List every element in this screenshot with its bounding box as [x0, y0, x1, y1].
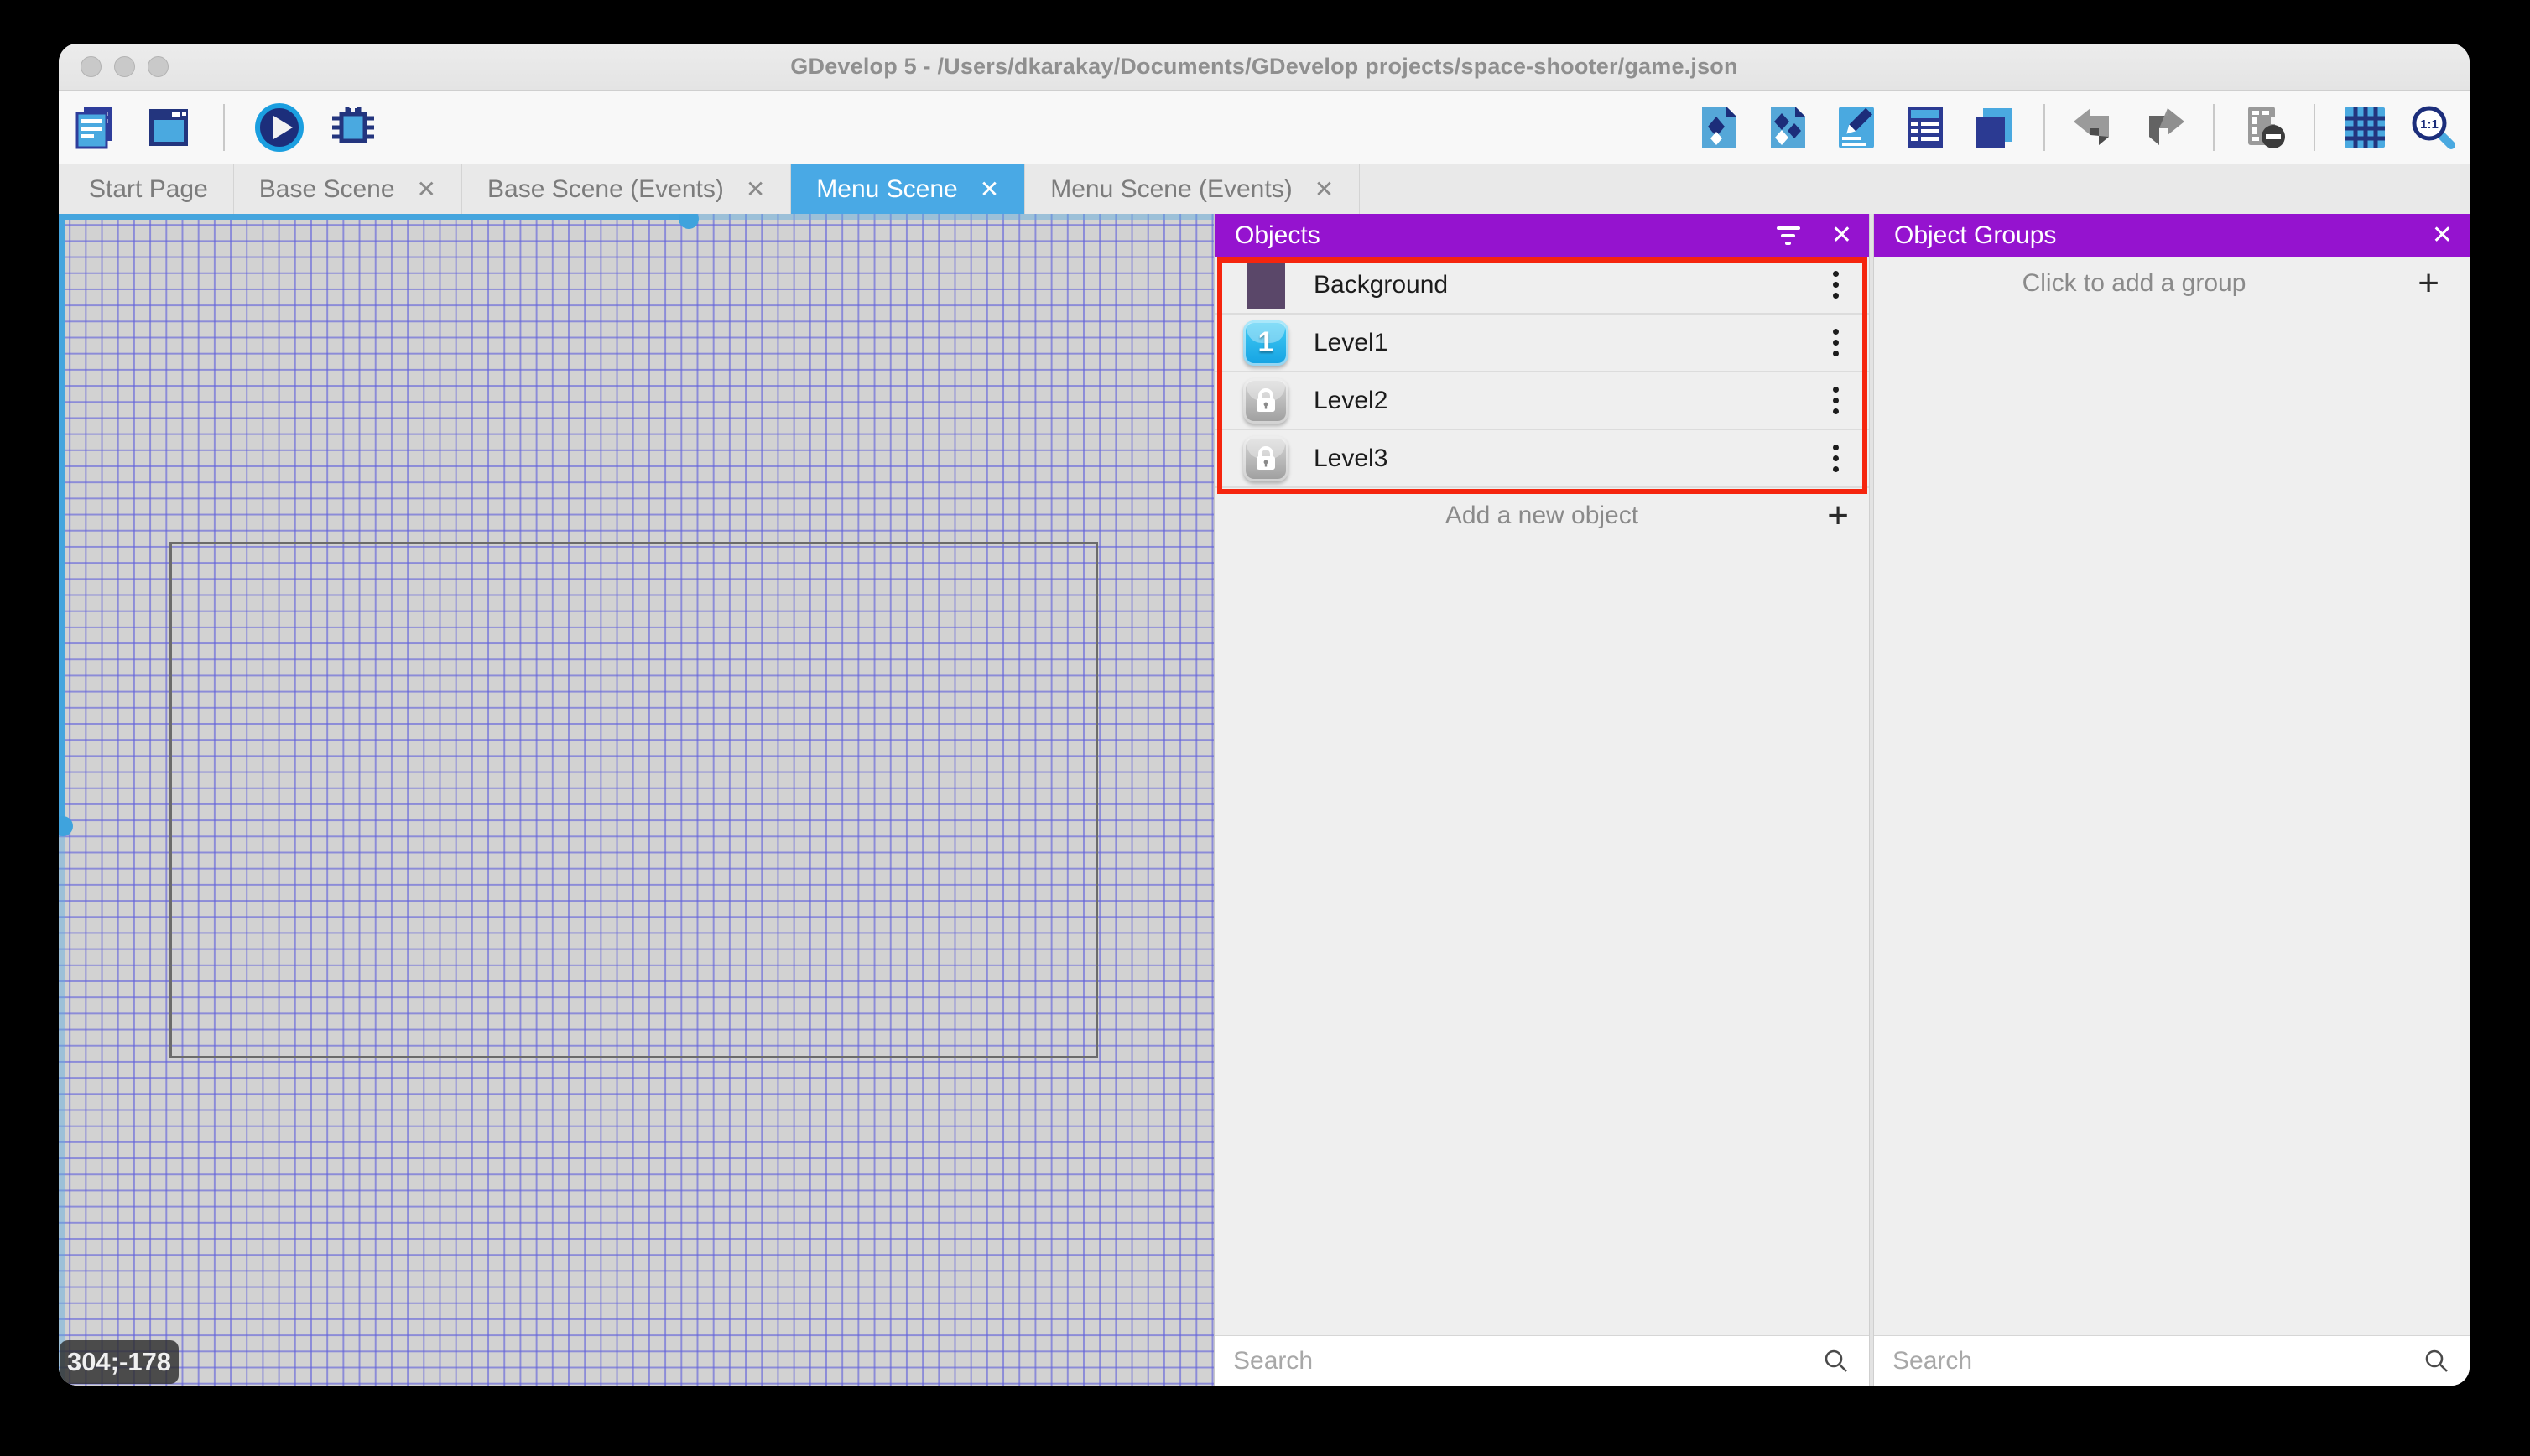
selection-handle[interactable] — [59, 816, 73, 836]
plus-icon: + — [1827, 495, 1849, 536]
objects-list: Background 1 Level1 Level2 Level3 — [1215, 257, 1869, 494]
layers-icon[interactable] — [1970, 103, 2018, 152]
traffic-lights — [81, 44, 169, 90]
object-groups-panel: Object Groups ✕ Click to add a group + — [1874, 214, 2470, 1386]
editor-tab[interactable]: Base Scene (Events) ✕ — [462, 164, 792, 214]
search-icon — [2425, 1349, 2448, 1372]
object-name: Background — [1314, 270, 1449, 299]
objects-search-bar — [1215, 1335, 1869, 1386]
kebab-menu-icon[interactable] — [1825, 387, 1845, 414]
close-window-button[interactable] — [81, 56, 102, 77]
editor-tab[interactable]: Start Page — [59, 164, 234, 214]
objects-editor-icon[interactable] — [1694, 103, 1743, 152]
tab-close-icon[interactable]: ✕ — [980, 177, 999, 201]
play-preview-icon[interactable] — [255, 103, 304, 152]
toolbar: 1:1 — [59, 91, 2470, 164]
tab-close-icon[interactable]: ✕ — [417, 177, 436, 201]
object-thumbnail — [1243, 377, 1288, 424]
kebab-menu-icon[interactable] — [1825, 271, 1845, 299]
object-list-item[interactable]: 1 Level1 — [1215, 315, 1869, 372]
groups-search-input[interactable] — [1892, 1346, 2413, 1375]
game-window-outline — [169, 542, 1098, 1058]
toolbar-separator — [2213, 104, 2215, 151]
svg-text:1:1: 1:1 — [2420, 117, 2439, 132]
selection-handle[interactable] — [679, 214, 699, 229]
cursor-coordinates: 304;-178 — [60, 1340, 179, 1384]
toolbar-separator — [2314, 104, 2315, 151]
object-list-item[interactable]: Background — [1215, 257, 1869, 315]
toolbar-separator — [223, 104, 225, 151]
object-name: Level3 — [1314, 444, 1388, 472]
selection-top-edge — [59, 214, 695, 220]
project-manager-icon[interactable] — [70, 103, 119, 152]
kebab-menu-icon[interactable] — [1825, 329, 1845, 356]
object-list-item[interactable]: Level2 — [1215, 372, 1869, 430]
zoom-1to1-icon[interactable]: 1:1 — [2409, 103, 2458, 152]
close-icon[interactable]: ✕ — [2432, 222, 2453, 248]
object-name: Level1 — [1314, 328, 1388, 356]
lock-icon — [1257, 445, 1275, 470]
filter-icon[interactable] — [1776, 226, 1801, 246]
properties-icon[interactable] — [1832, 103, 1881, 152]
titlebar: GDevelop 5 - /Users/dkarakay/Documents/G… — [59, 44, 2470, 91]
objects-panel-header: Objects ✕ — [1215, 214, 1869, 257]
object-list-item[interactable]: Level3 — [1215, 430, 1869, 488]
zoom-window-button[interactable] — [148, 56, 169, 77]
redo-icon[interactable] — [2139, 103, 2188, 152]
object-thumbnail: 1 — [1243, 320, 1288, 366]
object-thumbnail — [1247, 260, 1285, 309]
editor-tabs: Start Page Base Scene ✕ Base Scene (Even… — [59, 164, 2470, 214]
tab-close-icon[interactable]: ✕ — [1314, 177, 1334, 201]
selection-left-edge — [59, 214, 65, 829]
object-name: Level2 — [1314, 386, 1388, 414]
window-mask-icon[interactable] — [2240, 103, 2288, 152]
scene-canvas[interactable]: 304;-178 — [59, 214, 1214, 1386]
object-groups-editor-icon[interactable] — [1763, 103, 1812, 152]
window-title: GDevelop 5 - /Users/dkarakay/Documents/G… — [790, 54, 1738, 79]
toolbar-separator — [2043, 104, 2045, 151]
object-thumbnail — [1243, 435, 1288, 481]
add-group-button[interactable]: Click to add a group + — [1874, 257, 2470, 310]
objects-panel-title: Objects — [1235, 221, 1320, 249]
search-icon — [1825, 1349, 1847, 1372]
plus-icon: + — [2418, 263, 2439, 304]
lock-icon — [1257, 387, 1275, 412]
grid-icon[interactable] — [2340, 103, 2389, 152]
close-icon[interactable]: ✕ — [1831, 222, 1852, 248]
tab-close-icon[interactable]: ✕ — [746, 177, 765, 201]
object-groups-panel-header: Object Groups ✕ — [1874, 214, 2470, 257]
editor-tab[interactable]: Menu Scene (Events) ✕ — [1025, 164, 1361, 214]
add-object-button[interactable]: Add a new object + — [1215, 490, 1869, 542]
editor-tab[interactable]: Base Scene ✕ — [234, 164, 463, 214]
undo-icon[interactable] — [2070, 103, 2119, 152]
editor-tab[interactable]: Menu Scene ✕ — [791, 164, 1026, 214]
scene-window-icon[interactable] — [144, 103, 193, 152]
instances-list-icon[interactable] — [1901, 103, 1950, 152]
kebab-menu-icon[interactable] — [1825, 445, 1845, 472]
object-groups-panel-title: Object Groups — [1894, 221, 2057, 249]
objects-search-input[interactable] — [1233, 1346, 1812, 1375]
minimize-window-button[interactable] — [114, 56, 135, 77]
debug-icon[interactable] — [329, 103, 377, 152]
gdevelop-window: GDevelop 5 - /Users/dkarakay/Documents/G… — [59, 44, 2470, 1386]
groups-search-bar — [1874, 1335, 2470, 1386]
objects-panel: Objects ✕ Background 1 Level1 Level2 Lev… — [1214, 214, 1869, 1386]
